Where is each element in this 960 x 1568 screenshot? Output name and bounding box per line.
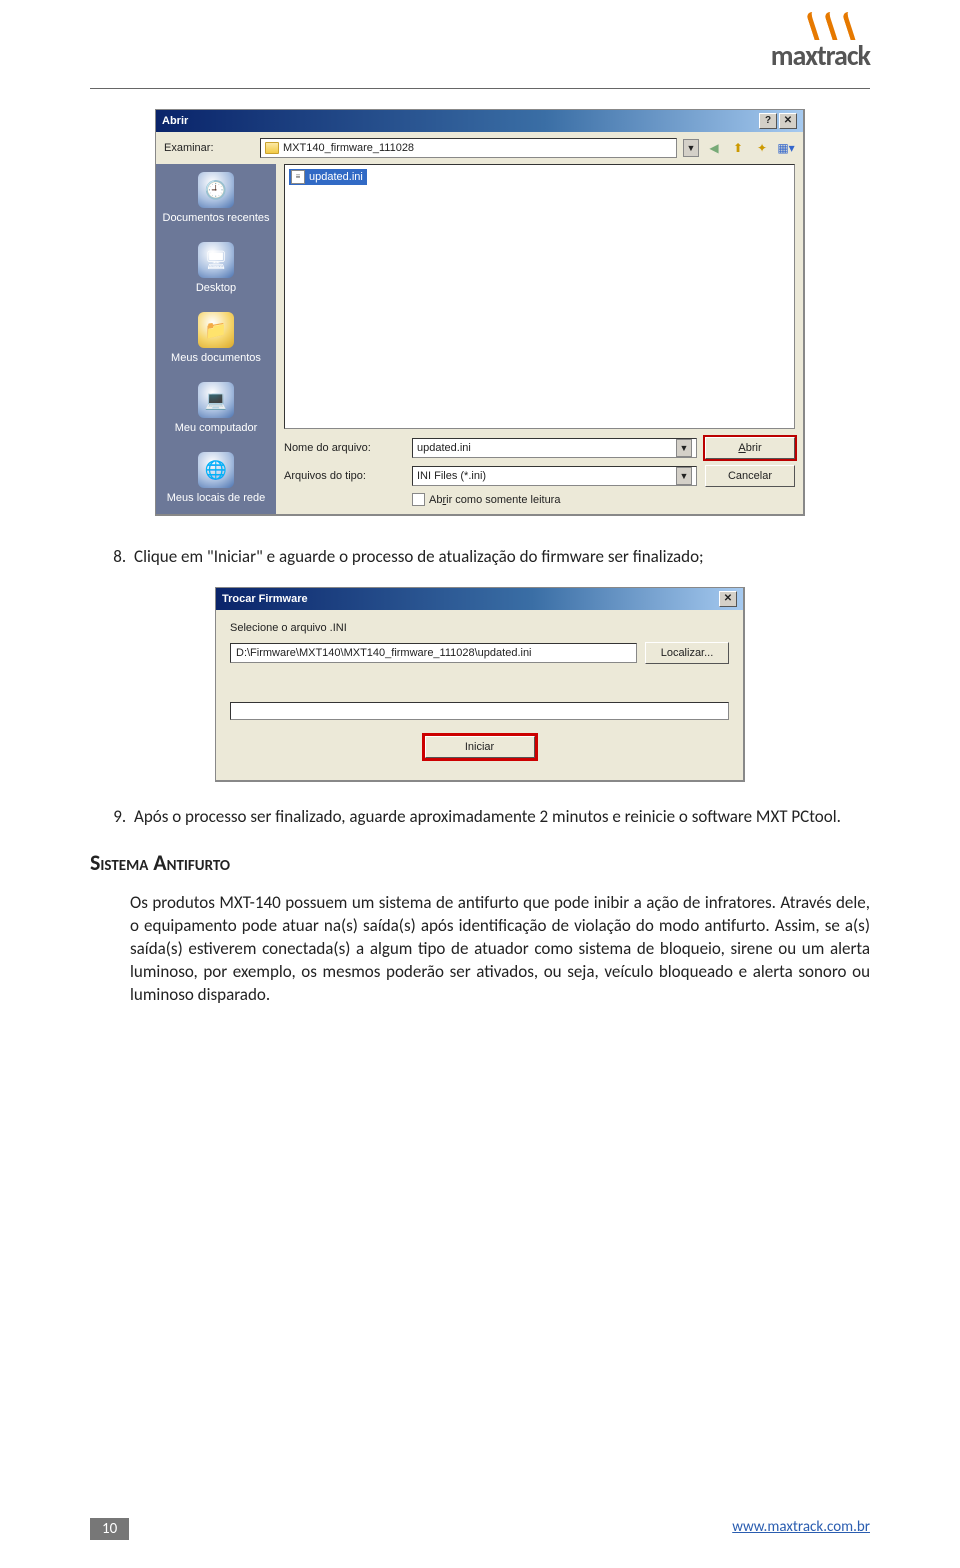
desktop-icon: 🖥 [198, 242, 234, 278]
sidebar-item-recent[interactable]: 🕘 Documentos recentes [156, 164, 276, 234]
views-icon[interactable]: ▦▾ [777, 139, 795, 157]
brand-logo: maxtrack [771, 12, 870, 73]
close-button[interactable]: ✕ [719, 591, 737, 607]
section-heading-antifurto: Sistema Antifurto [90, 849, 870, 876]
examine-label: Examinar: [164, 142, 254, 154]
open-file-dialog: Abrir ? ✕ Examinar: MXT140_firmware_1110… [155, 109, 805, 516]
page-number: 10 [90, 1518, 129, 1540]
filename-label: Nome do arquivo: [284, 442, 404, 454]
dialog-title: Abrir [162, 115, 188, 127]
examine-combo[interactable]: MXT140_firmware_111028 [260, 138, 677, 158]
start-button[interactable]: Iniciar [425, 736, 535, 758]
firmware-title: Trocar Firmware [222, 593, 308, 605]
back-icon[interactable]: ◀ [705, 139, 723, 157]
firmware-path-input[interactable]: D:\Firmware\MXT140\MXT140_firmware_11102… [230, 643, 637, 663]
sidebar-label: Meu computador [175, 422, 258, 434]
documents-icon: 📁 [198, 312, 234, 348]
sidebar-label: Documentos recentes [163, 212, 270, 224]
filetype-label: Arquivos do tipo: [284, 470, 404, 482]
step-9: Após o processo ser finalizado, aguarde … [130, 806, 870, 829]
filetype-value: INI Files (*.ini) [417, 470, 486, 482]
up-icon[interactable]: ⬆ [729, 139, 747, 157]
new-folder-icon[interactable]: ✦ [753, 139, 771, 157]
footer-url-link[interactable]: www.maxtrack.com.br [732, 1518, 870, 1540]
firmware-dialog: Trocar Firmware ✕ Selecione o arquivo .I… [215, 587, 745, 782]
filename-input[interactable]: updated.ini ▼ [412, 438, 697, 458]
open-button[interactable]: Abrir [705, 437, 795, 459]
header-divider [90, 88, 870, 89]
sidebar-item-mycomputer[interactable]: 💻 Meu computador [156, 374, 276, 444]
close-button[interactable]: ✕ [779, 113, 797, 129]
dialog-toolbar: ◀ ⬆ ✦ ▦▾ [705, 139, 795, 157]
step-8: Clique em "Iniciar" e aguarde o processo… [130, 546, 870, 569]
examine-value: MXT140_firmware_111028 [283, 142, 414, 154]
readonly-checkbox[interactable] [412, 493, 425, 506]
file-item-label: updated.ini [309, 171, 363, 183]
antifurto-paragraph: Os produtos MXT-140 possuem um sistema d… [130, 892, 870, 1007]
progress-bar [230, 702, 729, 720]
help-button[interactable]: ? [759, 113, 777, 129]
select-ini-label: Selecione o arquivo .INI [230, 622, 729, 634]
page-footer: 10 www.maxtrack.com.br [0, 1518, 960, 1540]
ini-file-icon: ≡ [291, 170, 305, 184]
network-places-icon: 🌐 [198, 452, 234, 488]
sidebar-label: Desktop [196, 282, 236, 294]
file-list-area[interactable]: ≡ updated.ini [284, 164, 795, 429]
firmware-titlebar[interactable]: Trocar Firmware ✕ [216, 588, 743, 610]
readonly-label: Abrir como somente leitura [429, 494, 560, 506]
examine-dropdown-arrow[interactable]: ▼ [683, 139, 699, 157]
filename-value: updated.ini [417, 442, 471, 454]
sidebar-label: Meus locais de rede [167, 492, 265, 504]
computer-icon: 💻 [198, 382, 234, 418]
filetype-select[interactable]: INI Files (*.ini) ▼ [412, 466, 697, 486]
filetype-dropdown-arrow[interactable]: ▼ [676, 467, 692, 485]
dialog-titlebar[interactable]: Abrir ? ✕ [156, 110, 803, 132]
file-item-updated-ini[interactable]: ≡ updated.ini [289, 169, 367, 185]
locate-button[interactable]: Localizar... [645, 642, 729, 664]
sidebar-item-network[interactable]: 🌐 Meus locais de rede [156, 444, 276, 514]
sidebar-item-desktop[interactable]: 🖥 Desktop [156, 234, 276, 304]
sidebar-label: Meus documentos [171, 352, 261, 364]
recent-docs-icon: 🕘 [198, 172, 234, 208]
sidebar-item-mydocs[interactable]: 📁 Meus documentos [156, 304, 276, 374]
filename-dropdown-arrow[interactable]: ▼ [676, 439, 692, 457]
logo-text: maxtrack [771, 38, 870, 73]
places-sidebar: 🕘 Documentos recentes 🖥 Desktop 📁 Meus d… [156, 164, 276, 514]
cancel-button[interactable]: Cancelar [705, 465, 795, 487]
folder-icon [265, 142, 279, 154]
